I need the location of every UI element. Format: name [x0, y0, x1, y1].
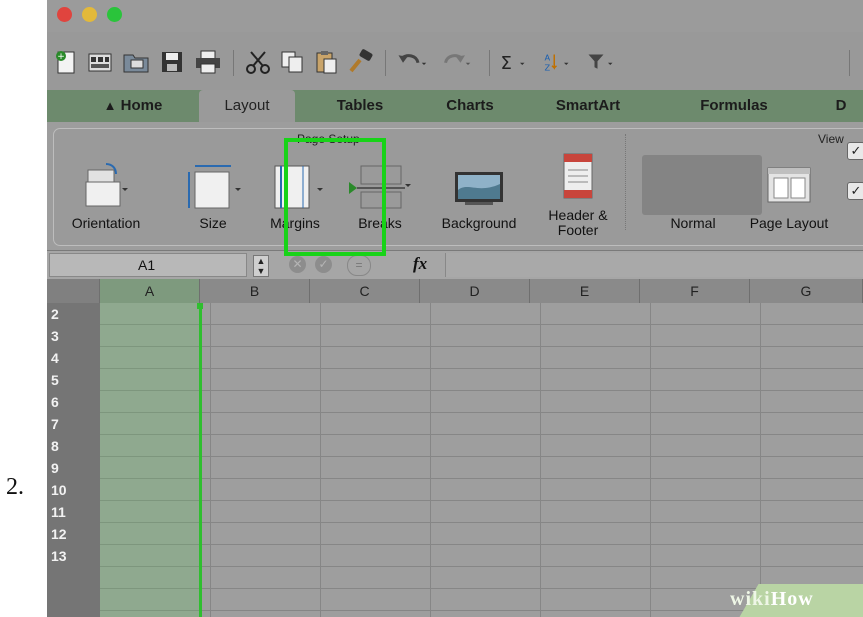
column-header-a[interactable]: A [100, 279, 200, 303]
row-header[interactable]: 11 [47, 501, 100, 524]
column-header-e[interactable]: E [530, 279, 640, 303]
row-header[interactable]: 7 [47, 413, 100, 436]
selection-border [199, 303, 202, 617]
tab-formulas[interactable]: Formulas [679, 90, 789, 122]
row-header-partial [47, 567, 100, 617]
ribbon-tabs: ▲ Home Layout Tables Charts SmartArt For… [47, 90, 863, 122]
fx-label[interactable]: fx [413, 254, 427, 274]
cell-grid[interactable] [100, 303, 863, 617]
svg-text:Z: Z [545, 62, 551, 72]
svg-text:Σ: Σ [501, 53, 512, 74]
formula-bar: A1 ▲ ▼ ✕ ✓ = fx [47, 250, 863, 280]
background-label: Background [441, 215, 517, 231]
row-header[interactable]: 5 [47, 369, 100, 392]
background-button[interactable]: Background [427, 150, 531, 240]
orientation-label: Orientation [71, 215, 141, 231]
tab-charts[interactable]: Charts [425, 90, 515, 122]
header-footer-icon [556, 150, 600, 207]
row-header[interactable]: 13 [47, 545, 100, 568]
minimize-window-button[interactable] [82, 7, 97, 22]
svg-text:A: A [545, 53, 551, 63]
row-header[interactable]: 8 [47, 435, 100, 458]
svg-text:+: + [57, 52, 65, 62]
row-header[interactable]: 10 [47, 479, 100, 502]
view-option-checkbox[interactable]: ✓ [847, 182, 863, 200]
fill-handle[interactable] [197, 303, 203, 309]
group-title-view: View [818, 132, 844, 146]
cut-icon[interactable] [243, 46, 273, 78]
home-icon: ▲ [103, 98, 117, 113]
size-label: Size [199, 215, 227, 231]
zoom-window-button[interactable] [107, 7, 122, 22]
excel-window: + Σ A Z ▲ Home Layout Tables Charts Smar… [47, 0, 863, 617]
cancel-entry-icon[interactable]: ✕ [289, 256, 306, 273]
row-header[interactable]: 9 [47, 457, 100, 480]
header-footer-button[interactable]: Header & Footer [535, 150, 621, 240]
toolbar-separator [849, 50, 850, 76]
tab-tables[interactable]: Tables [315, 90, 405, 122]
row-header[interactable]: 2 [47, 303, 100, 326]
size-button[interactable]: Size [183, 150, 243, 240]
formula-input[interactable] [445, 253, 863, 277]
column-header-f[interactable]: F [640, 279, 750, 303]
format-painter-icon[interactable] [345, 46, 375, 78]
sort-icon[interactable]: AZ [543, 46, 573, 78]
standard-toolbar: + Σ A Z [47, 32, 863, 90]
toolbar-separator [233, 50, 234, 76]
page-layout-view-label: Page Layout [749, 215, 829, 231]
view-option-checkbox[interactable]: ✓ [847, 142, 863, 160]
confirm-entry-icon[interactable]: ✓ [315, 256, 332, 273]
filter-icon[interactable] [587, 46, 617, 78]
column-header-c[interactable]: C [310, 279, 420, 303]
copy-icon[interactable] [277, 46, 307, 78]
row-header[interactable]: 4 [47, 347, 100, 370]
tab-home[interactable]: ▲ Home [83, 90, 183, 122]
row-header[interactable]: 12 [47, 523, 100, 546]
name-box-stepper[interactable]: ▲ ▼ [253, 255, 269, 277]
toolbar-separator [489, 50, 490, 76]
open-icon[interactable] [121, 46, 151, 78]
row-header[interactable]: 3 [47, 325, 100, 348]
templates-icon[interactable] [85, 46, 115, 78]
new-workbook-icon[interactable]: + [51, 46, 81, 78]
tab-data[interactable]: D [819, 90, 863, 122]
row-header[interactable]: 6 [47, 391, 100, 414]
name-box[interactable]: A1 [49, 253, 247, 277]
wikihow-watermark: wikiHow [730, 588, 814, 610]
tab-smartart[interactable]: SmartArt [533, 90, 643, 122]
orientation-icon [78, 160, 134, 215]
toolbar-separator [385, 50, 386, 76]
group-divider [625, 134, 627, 230]
title-bar [47, 0, 863, 32]
autosum-icon[interactable]: Σ [499, 46, 529, 78]
column-header-d[interactable]: D [420, 279, 530, 303]
paste-icon[interactable] [311, 46, 341, 78]
selected-column-a[interactable] [100, 303, 200, 617]
insert-function-equals-icon[interactable]: = [347, 255, 371, 276]
step-number: 2. [6, 474, 24, 500]
background-icon [451, 160, 507, 215]
tab-layout[interactable]: Layout [199, 90, 295, 122]
select-all-corner[interactable] [47, 279, 100, 303]
print-icon[interactable] [193, 46, 223, 78]
orientation-button[interactable]: Orientation [61, 150, 151, 240]
header-footer-label: Header & Footer [548, 207, 608, 238]
size-icon [185, 160, 241, 215]
redo-icon[interactable] [441, 46, 471, 78]
undo-icon[interactable] [397, 46, 427, 78]
column-header-b[interactable]: B [200, 279, 310, 303]
column-headers: A B C D E F G [47, 279, 863, 304]
margins-highlight-box [284, 138, 386, 256]
column-header-g[interactable]: G [750, 279, 863, 303]
close-window-button[interactable] [57, 7, 72, 22]
normal-view-label: Normal [670, 215, 716, 231]
page-layout-view-icon [764, 160, 814, 215]
save-icon[interactable] [157, 46, 187, 78]
normal-view-selected-bg [642, 155, 762, 215]
